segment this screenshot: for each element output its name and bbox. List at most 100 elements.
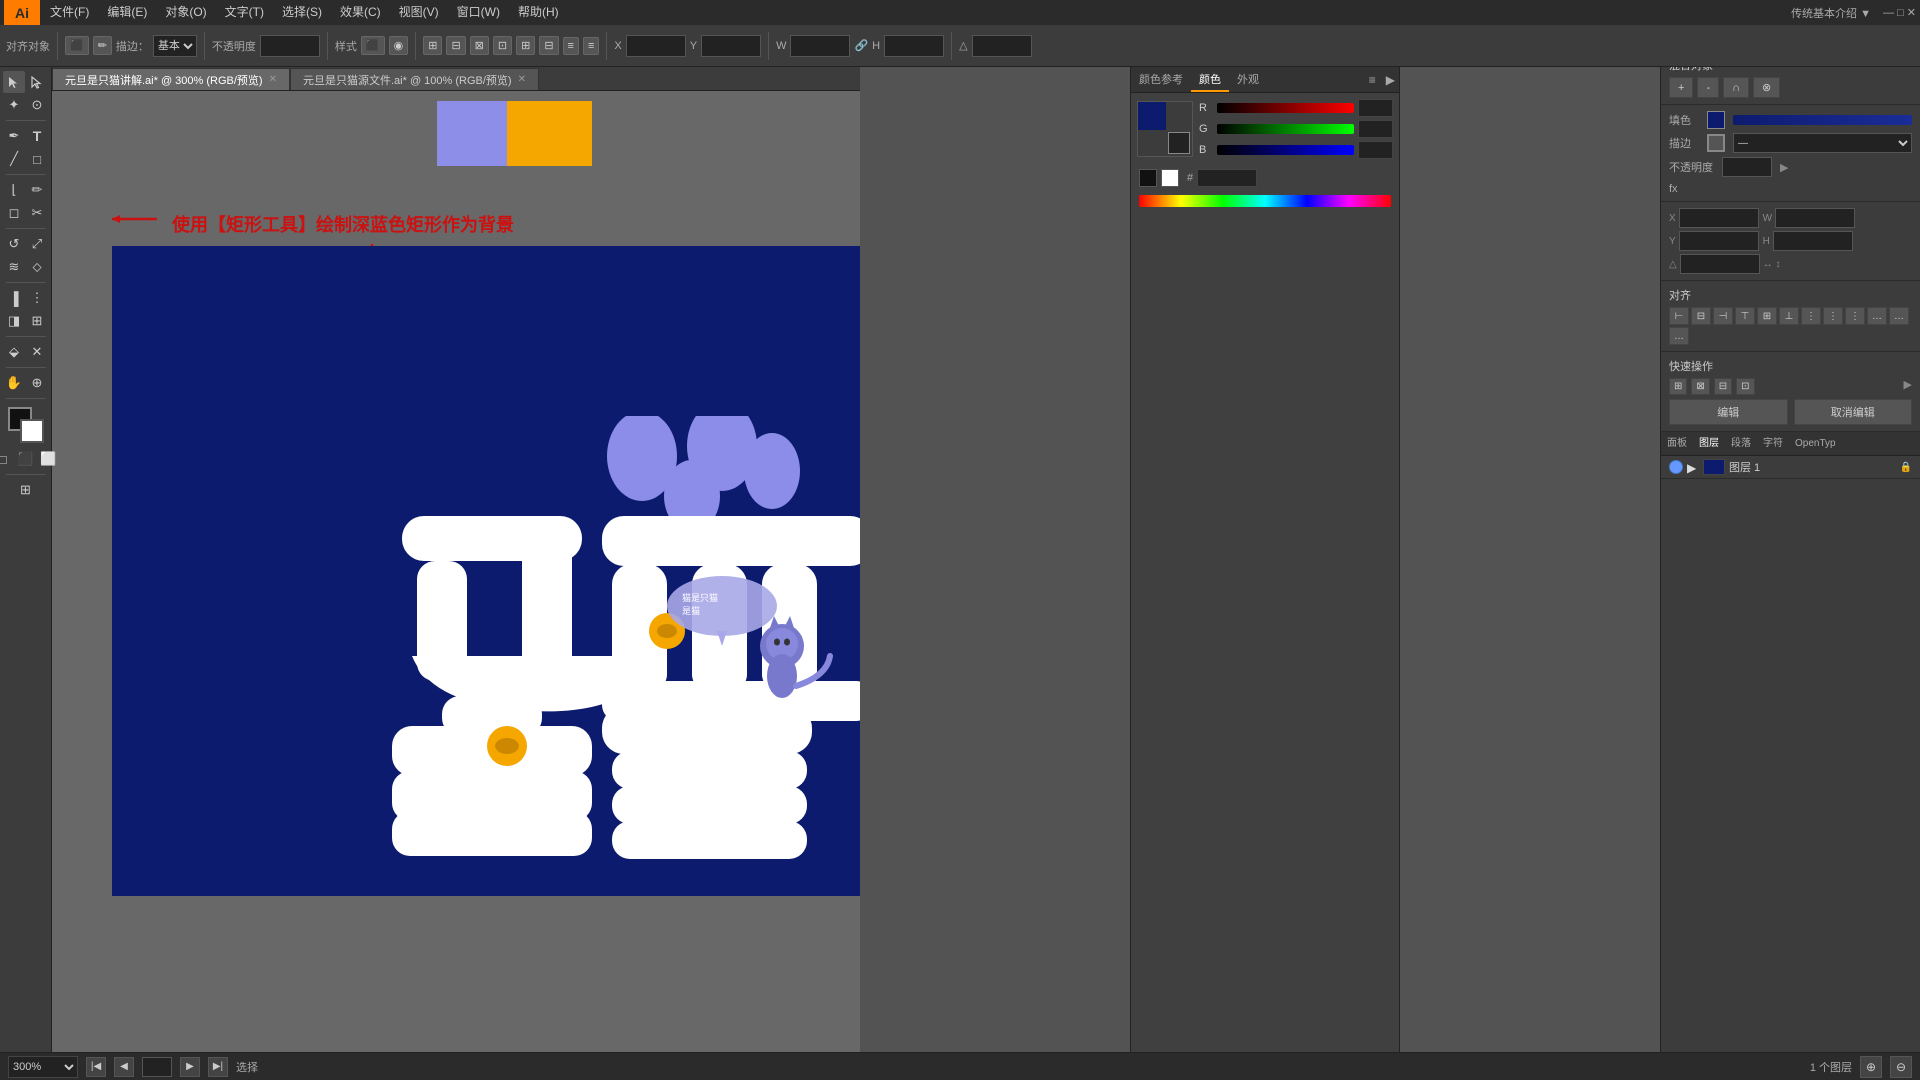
distrib-mid[interactable]: … bbox=[1889, 307, 1909, 325]
gradient-tool[interactable]: ◨ bbox=[3, 310, 25, 332]
align-left-btn[interactable]: ⊞ bbox=[423, 36, 442, 55]
toolbar-btn-stroke[interactable]: ✏ bbox=[93, 36, 112, 55]
opacity-expand-icon[interactable]: ▶ bbox=[1780, 161, 1788, 174]
layer-1-row[interactable]: ▶ 图层 1 🔒 bbox=[1661, 456, 1920, 479]
tab-appearance[interactable]: 外观 bbox=[1229, 67, 1267, 92]
layer-expand-icon[interactable]: ▶ bbox=[1687, 461, 1699, 473]
black-swatch[interactable] bbox=[1139, 169, 1157, 187]
fullscreen-mode[interactable]: ⬛ bbox=[15, 448, 37, 470]
tab-0-close[interactable]: ✕ bbox=[269, 74, 277, 85]
tab-1-close[interactable]: ✕ bbox=[518, 74, 526, 85]
color-spectrum[interactable] bbox=[1139, 195, 1391, 207]
align-top-edge[interactable]: ⊤ bbox=[1735, 307, 1755, 325]
stroke-select[interactable]: 基本 bbox=[153, 35, 197, 57]
hex-input[interactable] bbox=[1197, 169, 1257, 187]
white-swatch[interactable] bbox=[1161, 169, 1179, 187]
zoom-select[interactable]: 300% bbox=[8, 1056, 78, 1078]
paintbrush-tool[interactable]: ⌊ bbox=[3, 179, 25, 201]
next-page-btn[interactable]: ▶ bbox=[180, 1057, 200, 1077]
tab-color[interactable]: 颜色 bbox=[1191, 67, 1229, 92]
style-btn2[interactable]: ◉ bbox=[389, 36, 409, 55]
scissors-tool[interactable]: ✂ bbox=[26, 202, 48, 224]
reshape-tool[interactable]: ⬦ bbox=[26, 256, 48, 278]
selection-tool[interactable] bbox=[3, 71, 25, 93]
stroke-style-select[interactable]: — bbox=[1733, 133, 1912, 153]
panel-expand-icon[interactable]: ▶ bbox=[1382, 67, 1399, 92]
menu-effect[interactable]: 效果(C) bbox=[332, 0, 389, 25]
opacity-value-input[interactable]: 100% bbox=[1722, 157, 1772, 177]
menu-file[interactable]: 文件(F) bbox=[42, 0, 97, 25]
r-value-input[interactable] bbox=[1358, 99, 1393, 117]
distribute-v-btn[interactable]: ≡ bbox=[583, 37, 599, 55]
distrib-center[interactable]: ⋮ bbox=[1823, 307, 1843, 325]
distrib-left[interactable]: ⋮ bbox=[1801, 307, 1821, 325]
tab-color-ref[interactable]: 颜色参考 bbox=[1131, 67, 1191, 92]
tab-0[interactable]: 元旦是只猫讲解.ai* @ 300% (RGB/预览) ✕ bbox=[52, 68, 290, 90]
intersect-btn[interactable]: ∩ bbox=[1723, 77, 1749, 98]
scale-tool[interactable]: ⤢ bbox=[26, 233, 48, 255]
shape-op-4[interactable]: ⊡ bbox=[1736, 378, 1754, 395]
pencil-tool[interactable]: ✏ bbox=[26, 179, 48, 201]
mesh-tool[interactable]: ⊞ bbox=[26, 310, 48, 332]
rect-tool[interactable]: □ bbox=[26, 148, 48, 170]
layer-lock-icon[interactable]: 🔒 bbox=[1900, 462, 1912, 473]
opacity-input[interactable]: 100 bbox=[260, 35, 320, 57]
tab-layers[interactable]: 图层 bbox=[1693, 432, 1725, 455]
first-page-btn[interactable]: |◀ bbox=[86, 1057, 106, 1077]
toolbar-btn-1[interactable]: ⬛ bbox=[65, 36, 89, 55]
g-slider-track[interactable] bbox=[1217, 124, 1354, 134]
b-value-input[interactable] bbox=[1358, 141, 1393, 159]
align-center-v-btn[interactable]: ⊞ bbox=[516, 36, 535, 55]
page-number-input[interactable]: 2 bbox=[142, 1057, 172, 1077]
direct-selection-tool[interactable] bbox=[26, 71, 48, 93]
lasso-tool[interactable]: ⊙ bbox=[26, 94, 48, 116]
add-btn[interactable]: + bbox=[1669, 77, 1693, 98]
stroke-color-swatch[interactable] bbox=[1707, 134, 1725, 152]
y-input[interactable]: 1757.053 bbox=[701, 35, 761, 57]
type-tool[interactable]: T bbox=[26, 125, 48, 147]
angle-input[interactable]: 183.7° bbox=[972, 35, 1032, 57]
line-tool[interactable]: ╱ bbox=[3, 148, 25, 170]
eyedropper-tool[interactable]: ⬙ bbox=[3, 341, 25, 363]
r-slider-track[interactable] bbox=[1217, 103, 1354, 113]
x-coord-input[interactable]: 1376.349 bbox=[1679, 208, 1759, 228]
tab-1[interactable]: 元旦是只猫源文件.ai* @ 100% (RGB/预览) ✕ bbox=[290, 68, 539, 90]
align-left-edge[interactable]: ⊢ bbox=[1669, 307, 1689, 325]
distrib-top[interactable]: … bbox=[1867, 307, 1887, 325]
quick-actions-expand[interactable]: ▶ bbox=[1904, 378, 1912, 395]
tab-character[interactable]: 字符 bbox=[1757, 432, 1789, 455]
measure-tool[interactable]: ✕ bbox=[26, 341, 48, 363]
hand-tool[interactable]: ✋ bbox=[3, 372, 25, 394]
menu-view[interactable]: 视图(V) bbox=[391, 0, 447, 25]
align-center-h-btn2[interactable]: ⊟ bbox=[1691, 307, 1711, 325]
tab-panel[interactable]: 面板 bbox=[1661, 432, 1693, 455]
angle-prop-input[interactable]: 183.7 T bbox=[1680, 254, 1760, 274]
graph-tool[interactable]: ▐ bbox=[3, 287, 25, 309]
eraser-tool[interactable]: ◻ bbox=[3, 202, 25, 224]
menu-help[interactable]: 帮助(H) bbox=[510, 0, 567, 25]
align-right-btn[interactable]: ⊠ bbox=[470, 36, 489, 55]
prev-page-btn[interactable]: ◀ bbox=[114, 1057, 134, 1077]
menu-object[interactable]: 对象(O) bbox=[157, 0, 214, 25]
style-btn[interactable]: ⬛ bbox=[361, 36, 385, 55]
zoom-in-status-btn[interactable]: ⊕ bbox=[1860, 1056, 1882, 1078]
fill-stroke-box[interactable] bbox=[8, 407, 44, 443]
align-bottom-btn[interactable]: ⊟ bbox=[539, 36, 558, 55]
column-graph-tool[interactable]: ⋮ bbox=[26, 287, 48, 309]
shape-op-1[interactable]: ⊞ bbox=[1669, 378, 1687, 395]
menu-window[interactable]: 窗口(W) bbox=[449, 0, 508, 25]
w-coord-input[interactable]: 477.333 bbox=[1775, 208, 1855, 228]
menu-edit[interactable]: 编辑(E) bbox=[99, 0, 155, 25]
distrib-right[interactable]: ⋮ bbox=[1845, 307, 1865, 325]
fill-slider[interactable] bbox=[1733, 115, 1912, 125]
distribute-h-btn[interactable]: ≡ bbox=[563, 37, 579, 55]
fill-color-swatch[interactable] bbox=[1707, 111, 1725, 129]
cancel-edit-btn[interactable]: 取消编辑 bbox=[1794, 399, 1913, 425]
normal-mode[interactable]: □ bbox=[0, 448, 14, 470]
pen-tool[interactable]: ✒ bbox=[3, 125, 25, 147]
align-top-btn[interactable]: ⊡ bbox=[493, 36, 512, 55]
exclude-btn[interactable]: ⊗ bbox=[1753, 77, 1780, 98]
align-bottom-edge[interactable]: ⊥ bbox=[1779, 307, 1799, 325]
magic-wand-tool[interactable]: ✦ bbox=[3, 94, 25, 116]
h-coord-input[interactable]: 306.595 bbox=[1773, 231, 1853, 251]
